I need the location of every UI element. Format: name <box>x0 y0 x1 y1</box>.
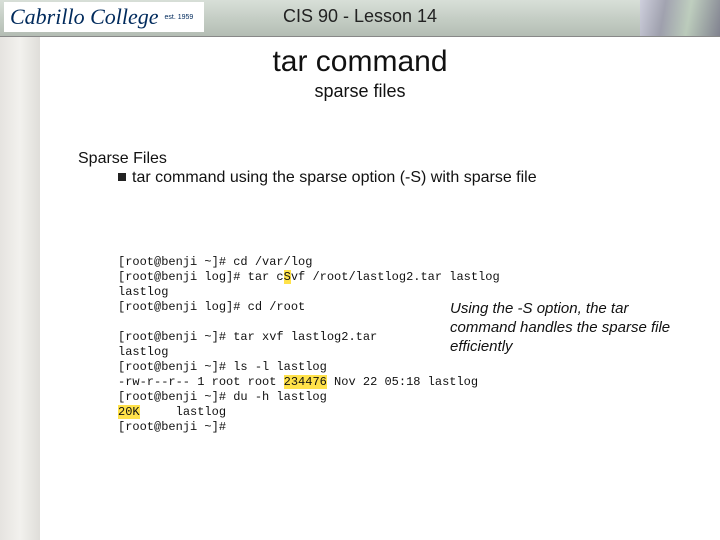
term-line: [root@benji ~]# tar xvf lastlog2.tar <box>118 330 377 344</box>
highlight-du: 20K <box>118 405 140 419</box>
term-line: [root@benji ~]# <box>118 420 226 434</box>
term-line: -rw-r--r-- 1 root root <box>118 375 284 389</box>
term-line: Nov 22 05:18 lastlog <box>327 375 478 389</box>
bullet-text: tar command using the sparse option (-S)… <box>132 169 537 186</box>
term-line: lastlog <box>118 285 168 299</box>
highlight-S: S <box>284 270 291 284</box>
header-title: CIS 90 - Lesson 14 <box>0 6 720 27</box>
highlight-size: 234476 <box>284 375 327 389</box>
page-subtitle: sparse files <box>0 81 720 102</box>
bullet-icon <box>118 173 126 181</box>
section-heading: Sparse Files <box>78 150 668 168</box>
term-line: vf /root/lastlog2.tar lastlog <box>291 270 500 284</box>
term-line: [root@benji ~]# du -h lastlog <box>118 390 327 404</box>
term-line: [root@benji log]# cd /root <box>118 300 305 314</box>
term-line: [root@benji ~]# ls -l lastlog <box>118 360 327 374</box>
term-line: lastlog <box>140 405 226 419</box>
header-photo <box>640 0 720 36</box>
term-line: [root@benji ~]# cd /var/log <box>118 255 312 269</box>
term-line: [root@benji log]# tar c <box>118 270 284 284</box>
header-bar: Cabrillo College est. 1959 CIS 90 - Less… <box>0 0 720 37</box>
content-block: Sparse Files tar command using the spars… <box>78 150 668 188</box>
annotation-text: Using the -S option, the tar command han… <box>450 300 680 356</box>
decorative-pillar <box>0 0 40 540</box>
bullet-item: tar command using the sparse option (-S)… <box>118 168 668 188</box>
page-title: tar command <box>0 45 720 79</box>
term-blank <box>118 315 125 329</box>
term-line: lastlog <box>118 345 168 359</box>
